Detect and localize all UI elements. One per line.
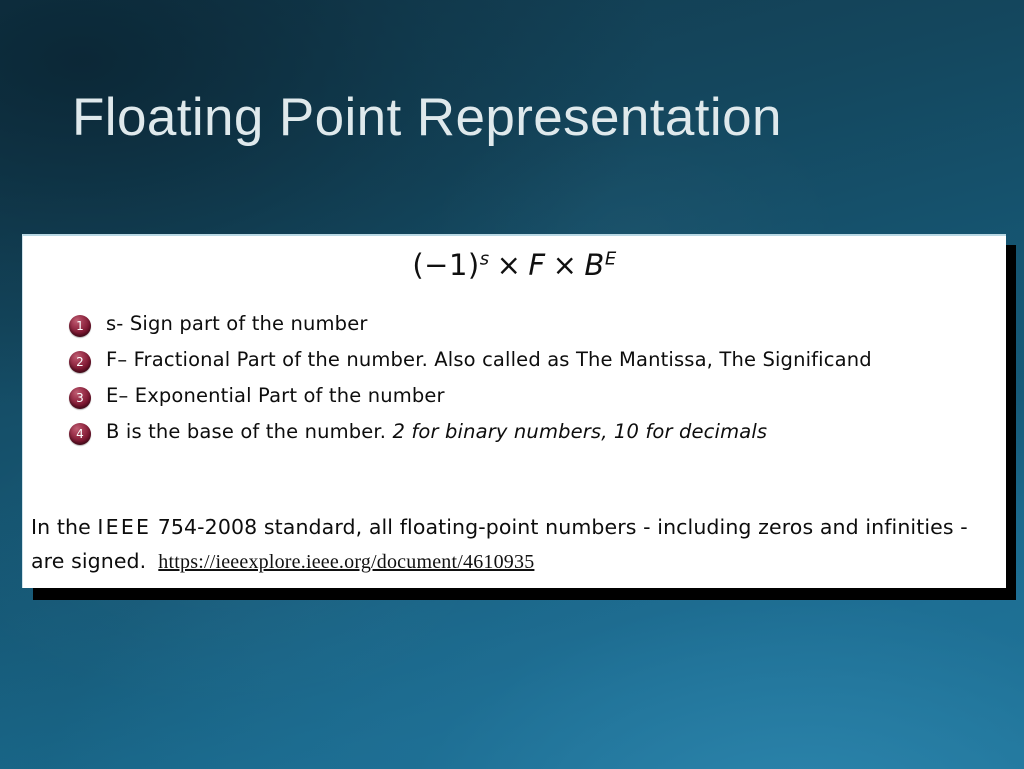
formula-times-1: × xyxy=(496,248,522,282)
page-title: Floating Point Representation xyxy=(72,88,782,147)
footer-standard-name: IEEE xyxy=(97,515,152,539)
formula-minus-one: −1 xyxy=(424,248,468,282)
list-item: 3 E– Exponential Part of the number xyxy=(67,382,980,409)
footer-paragraph: In the IEEE 754-2008 standard, all float… xyxy=(31,510,986,579)
list-item: 2 F– Fractional Part of the number. Also … xyxy=(67,346,980,373)
formula-base-exponent: E xyxy=(604,248,617,270)
list-item-emphasis-text: 2 for binary numbers, 10 for decimals xyxy=(392,420,768,443)
formula-close-paren: ) xyxy=(467,248,480,282)
reference-link[interactable]: https://ieeexplore.ieee.org/document/461… xyxy=(158,551,534,573)
formula-open-paren: ( xyxy=(412,248,425,282)
list-item-text: s- Sign part of the number xyxy=(106,312,368,335)
bullet-number-icon: 2 xyxy=(69,351,91,373)
list-item-text: B is the base of the number. xyxy=(106,420,393,443)
definition-list: 1 s- Sign part of the number 2 F– Fraction… xyxy=(67,310,980,454)
formula-fraction-symbol: F xyxy=(528,248,546,282)
formula-expression: (−1)s × F × BE xyxy=(23,248,1006,282)
content-card: (−1)s × F × BE 1 s- Sign part of the number 2… xyxy=(22,234,1006,588)
formula-sign-exponent: s xyxy=(479,248,490,270)
slide-canvas: Floating Point Representation (−1)s × F × BE… xyxy=(0,0,1024,769)
formula-base-symbol: B xyxy=(584,248,605,282)
bullet-number-icon: 4 xyxy=(69,423,91,445)
list-item-text: E– Exponential Part of the number xyxy=(106,384,445,407)
list-item-text: F– Fractional Part of the number. Also c… xyxy=(106,348,872,371)
list-item: 4 B is the base of the number. 2 for bina… xyxy=(67,418,980,445)
bullet-number-icon: 1 xyxy=(69,315,91,337)
footer-text-lead: In the xyxy=(31,515,98,539)
bullet-number-icon: 3 xyxy=(69,387,91,409)
formula-times-2: × xyxy=(552,248,578,282)
list-item: 1 s- Sign part of the number xyxy=(67,310,980,337)
